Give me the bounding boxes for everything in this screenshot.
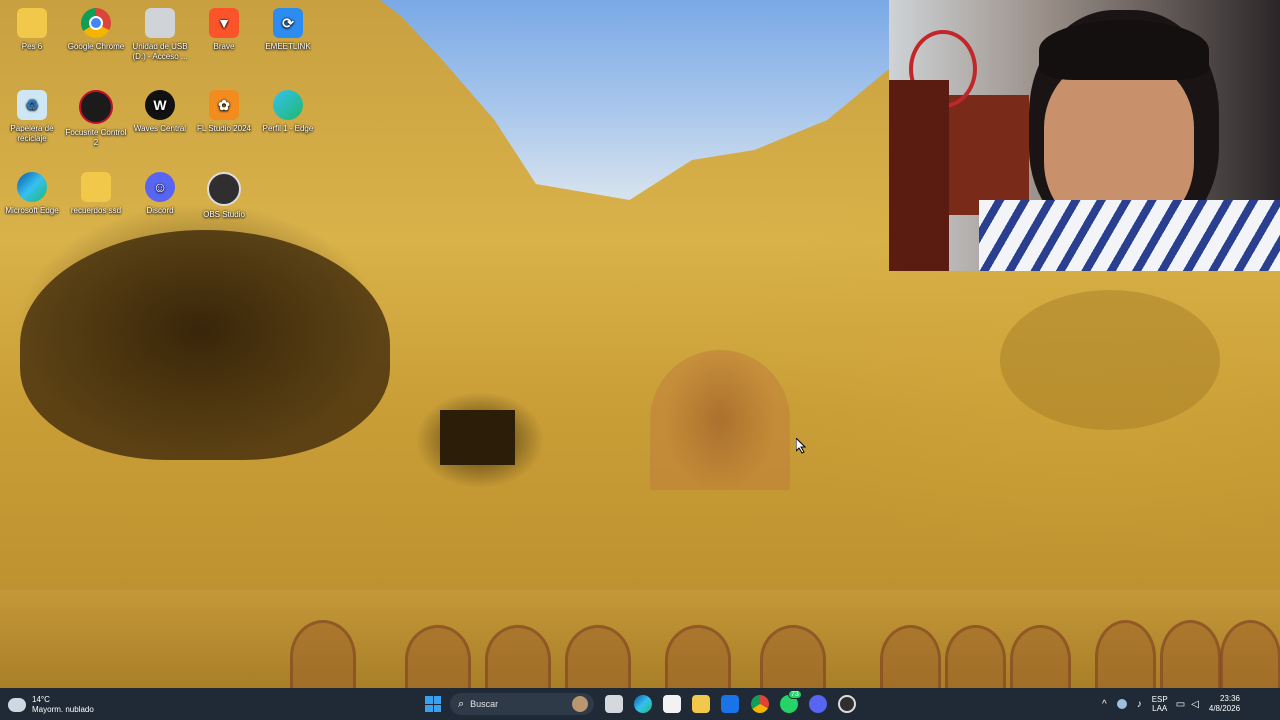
network-app-icon[interactable] — [1116, 699, 1127, 709]
webcam-chair — [889, 80, 949, 271]
desktop-icon-obs[interactable]: OBS Studio — [192, 168, 256, 248]
wallpaper-sky — [380, 0, 900, 200]
wallpaper-arch — [1160, 620, 1221, 688]
mail-icon[interactable] — [721, 695, 739, 713]
desktop-icon-recycle-bin[interactable]: ♻ Papelera de reciclaje — [0, 86, 64, 166]
obs-icon — [207, 172, 241, 206]
webcam-shirt — [979, 200, 1280, 271]
emeetlink-icon: ⟳ — [273, 8, 303, 38]
clock-date: 4/8/2026 — [1208, 704, 1241, 713]
taskbar-search-box[interactable]: ⌕ Buscar — [450, 693, 594, 715]
system-tray: ^ ♪ ESP LAA ▭ ◁ 23:36 4/8/2026 — [1102, 688, 1240, 720]
desktop-icon-edge-profile[interactable]: Perfil 1 - Edge — [256, 86, 320, 166]
wallpaper-arch — [760, 625, 826, 688]
wallpaper-arches-band — [0, 590, 1280, 688]
folder-icon — [17, 8, 47, 38]
recycle-bin-icon: ♻ — [17, 90, 47, 120]
taskbar-chrome-icon[interactable] — [751, 695, 769, 713]
webcam-overlay — [889, 0, 1280, 271]
microphone-icon[interactable]: ♪ — [1137, 699, 1142, 710]
search-label: Buscar — [470, 699, 499, 709]
desktop-icon-emeetlink[interactable]: ⟳ EMEETLINK — [256, 4, 320, 84]
taskbar-discord-icon[interactable] — [809, 695, 827, 713]
clock[interactable]: 23:36 4/8/2026 — [1209, 694, 1240, 714]
wallpaper-arch — [1095, 620, 1156, 688]
desktop-icon-pes6[interactable]: Pes 6 — [0, 4, 64, 84]
weather-widget[interactable]: 14°C Mayorm. nublado — [8, 692, 118, 718]
language-indicator[interactable]: ESP LAA — [1152, 695, 1168, 713]
desktop-icon-fl-studio[interactable]: ✿ FL Studio 2024 — [192, 86, 256, 166]
brave-icon: ▼ — [209, 8, 239, 38]
wallpaper-arch — [565, 625, 631, 688]
taskbar-obs-icon[interactable] — [838, 695, 856, 713]
wallpaper-window-opening — [440, 410, 515, 465]
wallpaper-painted-niche — [650, 350, 790, 490]
chrome-icon — [81, 8, 111, 38]
discord-icon: ☺ — [145, 172, 175, 202]
wallpaper-arch — [1010, 625, 1071, 688]
volume-icon[interactable]: ◁ — [1191, 699, 1199, 710]
wallpaper-arch — [1220, 620, 1280, 688]
file-explorer-icon[interactable] — [692, 695, 710, 713]
clock-time: 23:36 — [1219, 694, 1241, 703]
desktop-icon-chrome[interactable]: Google Chrome — [64, 4, 128, 84]
whatsapp-badge: 73 — [788, 690, 802, 699]
search-icon: ⌕ — [458, 697, 465, 710]
whatsapp-icon[interactable]: 73 — [780, 690, 802, 713]
wallpaper-right-cave — [1000, 290, 1220, 430]
usb-drive-icon — [145, 8, 175, 38]
mouse-cursor-icon — [796, 438, 806, 454]
desktop-icon-brave[interactable]: ▼ Brave — [192, 4, 256, 84]
taskbar-edge-icon[interactable] — [634, 695, 652, 713]
waves-icon: W — [145, 90, 175, 120]
webcam-hair — [1039, 20, 1209, 80]
wallpaper-arch — [290, 620, 356, 688]
wallpaper-arch — [880, 625, 941, 688]
wallpaper-arch — [485, 625, 551, 688]
search-highlight-icon — [572, 696, 588, 712]
desktop-icon-usb[interactable]: Unidad de USB (D:) - Acceso ... — [128, 4, 192, 84]
chevron-up-icon[interactable]: ^ — [1102, 699, 1107, 710]
focusrite-icon — [79, 90, 113, 124]
edge-profile-icon — [273, 90, 303, 120]
desktop-icon-discord[interactable]: ☺ Discord — [128, 168, 192, 248]
desktop-icon-recuerdos[interactable]: recuerdos ssd — [64, 168, 128, 248]
wallpaper-cave-opening — [20, 230, 390, 460]
fl-studio-icon: ✿ — [209, 90, 239, 120]
weather-desc: Mayorm. nublado — [32, 705, 94, 714]
desktop-icon-edge[interactable]: Microsoft Edge — [0, 168, 64, 248]
windows-start-icon[interactable] — [425, 696, 441, 712]
edge-icon — [17, 172, 47, 202]
task-view-icon[interactable] — [605, 695, 623, 713]
cloud-icon — [8, 698, 26, 712]
store-icon[interactable] — [663, 695, 681, 713]
wifi-icon[interactable]: ▭ — [1176, 699, 1185, 710]
weather-temp: 14°C — [32, 695, 50, 704]
wallpaper-arch — [945, 625, 1006, 688]
wallpaper-arch — [405, 625, 471, 688]
desktop-icon-waves[interactable]: W Waves Central — [128, 86, 192, 166]
wallpaper-arch — [665, 625, 731, 688]
folder-icon — [81, 172, 111, 202]
desktop-icon-focusrite[interactable]: Focusrite Control 2 — [64, 86, 128, 166]
